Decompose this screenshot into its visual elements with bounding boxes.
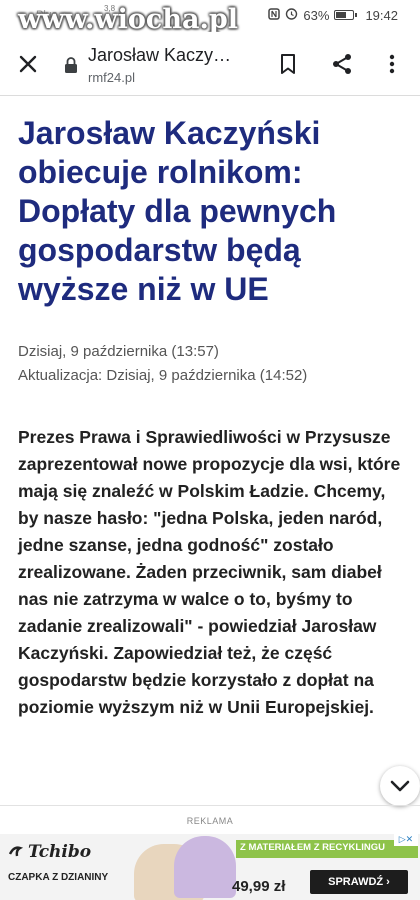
- ad-product: CZAPKA Z DZIANINY: [8, 872, 109, 883]
- clock: 19:42: [365, 7, 398, 23]
- chevron-down-icon: [390, 780, 410, 792]
- tchibo-mark-icon: [8, 846, 24, 857]
- battery-percent: 63%: [303, 7, 330, 23]
- lock-icon: [65, 57, 77, 73]
- scroll-down-button[interactable]: [380, 766, 420, 806]
- ad-banner[interactable]: Tchibo CZAPKA Z DZIANINY Z MATERIAŁEM Z …: [0, 834, 420, 900]
- nfc-icon: [268, 7, 281, 23]
- watermark: www.wiocha.pl: [18, 4, 239, 35]
- alarm-icon: [285, 7, 298, 23]
- page-title: Jarosław Kaczy…: [88, 45, 232, 65]
- article-headline: Jarosław Kaczyński obiecuje rolnikom: Do…: [18, 115, 337, 307]
- status-bar: Plus 3,8 www.wiocha.pl 63% 19:42: [0, 0, 420, 35]
- more-menu-icon[interactable]: [384, 52, 400, 76]
- battery-icon: [334, 10, 358, 20]
- adchoices-icon[interactable]: ▷✕: [394, 834, 418, 846]
- article-meta: Dzisiaj, 9 października (13:57) Aktualiz…: [18, 340, 307, 388]
- browser-toolbar: Jarosław Kaczy… rmf24.pl: [0, 32, 420, 96]
- ad-price: 49,99 zł: [232, 878, 286, 895]
- ad-cta-button[interactable]: SPRAWDŹ ›: [310, 870, 408, 894]
- page-url: rmf24.pl: [88, 70, 135, 85]
- article-lead: Prezes Prawa i Sprawiedliwości w Przysus…: [18, 427, 401, 717]
- ad-label: REKLAMA: [186, 816, 234, 826]
- bookmark-icon[interactable]: [276, 52, 300, 76]
- ad-ribbon-text: Z MATERIAŁEM Z RECYKLINGU: [240, 842, 385, 853]
- ad-brand: Tchibo: [28, 842, 92, 862]
- status-icons: 63% 19:42: [268, 7, 398, 23]
- tchibo-logo: Tchibo: [8, 842, 91, 862]
- divider: [0, 805, 420, 806]
- share-icon[interactable]: [330, 52, 354, 76]
- published-date: Dzisiaj, 9 października (13:57): [18, 343, 219, 360]
- close-icon[interactable]: [16, 52, 40, 76]
- updated-date: Aktualizacja: Dzisiaj, 9 października (1…: [18, 367, 308, 384]
- lilac-hat-image: [174, 836, 236, 898]
